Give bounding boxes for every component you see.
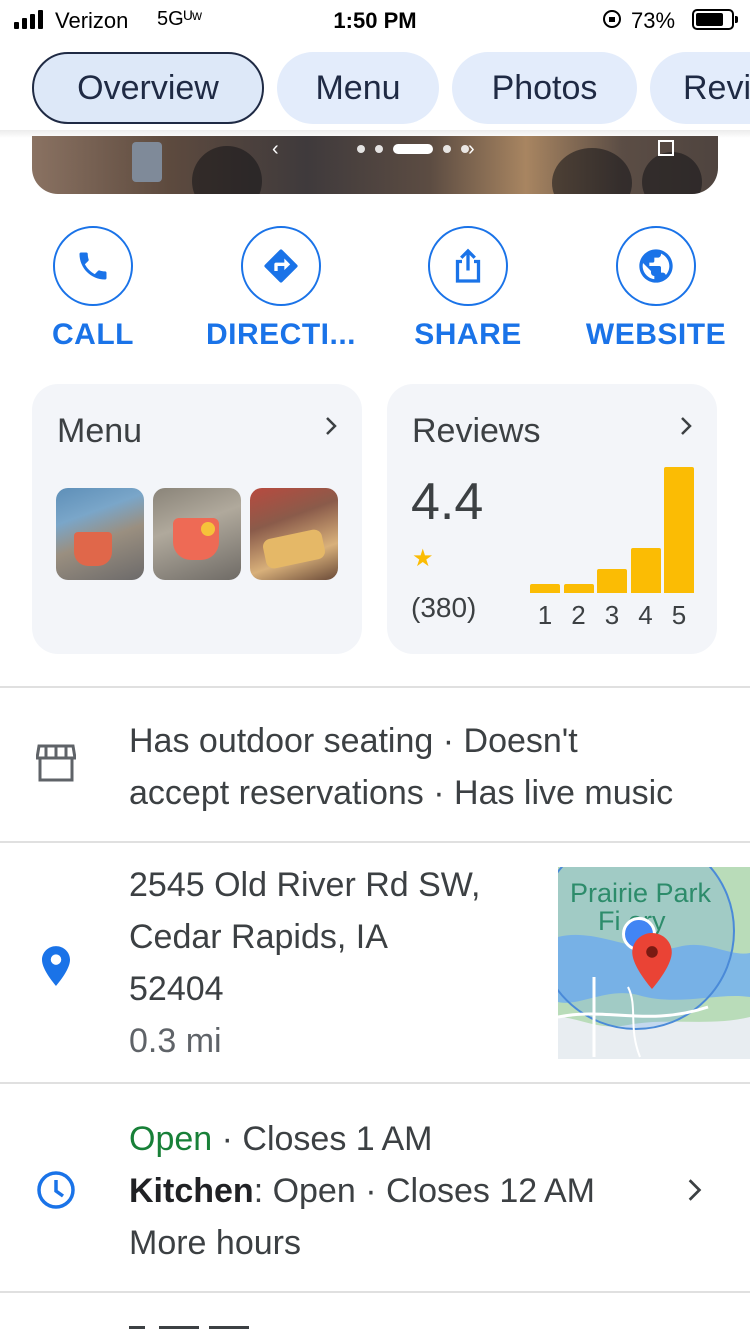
menu-thumbnail-food[interactable] [250, 488, 338, 580]
rating-bar-label: 5 [671, 600, 687, 630]
price-peek [129, 1322, 249, 1334]
tab-photos[interactable]: Photos [452, 52, 637, 124]
distance: 0.3 mi [129, 1022, 222, 1060]
address-line-3: 52404 [129, 970, 224, 1008]
menu-thumbnail-cocktail[interactable] [153, 488, 241, 580]
directions-icon [241, 226, 321, 306]
globe-icon [616, 226, 696, 306]
phone-icon [53, 226, 133, 306]
directions-label: DIRECTI... [205, 318, 356, 351]
directions-button[interactable]: DIRECTI... [191, 226, 371, 352]
divider [0, 686, 750, 688]
reviews-card-title: Reviews [412, 412, 541, 450]
kitchen-label: Kitchen [129, 1172, 254, 1210]
attributes-line-2: accept reservations · Has live music [129, 774, 674, 812]
expand-icon[interactable] [658, 140, 674, 156]
attributes-text: Has outdoor seating · Doesn't accept res… [129, 715, 673, 819]
carousel-dots [357, 144, 469, 154]
more-hours-link[interactable]: More hours [129, 1217, 595, 1269]
tab-reviews[interactable]: Revi [650, 52, 750, 124]
rating-bar-label: 2 [571, 600, 586, 630]
rating-bar-4 [630, 548, 661, 593]
divider [0, 1082, 750, 1084]
address-line-1: 2545 Old River Rd SW, [129, 866, 481, 904]
menu-card-title: Menu [57, 412, 143, 450]
rating-bar-3 [597, 569, 627, 593]
status-bar: Verizon 5Gᵁʷ 1:50 PM 73% [0, 0, 750, 40]
star-icon: ★ [412, 545, 434, 572]
chevron-right-icon[interactable] [686, 1177, 702, 1203]
website-label: WEBSITE [585, 318, 727, 351]
hours-block[interactable]: Open · Closes 1 AM Kitchen: Open · Close… [129, 1113, 595, 1269]
website-button[interactable]: WEBSITE [566, 226, 746, 352]
tab-menu[interactable]: Menu [277, 52, 439, 124]
rating-value: 4.4 [411, 473, 484, 531]
rating-bar-label: 4 [638, 600, 653, 630]
address-block[interactable]: 2545 Old River Rd SW, Cedar Rapids, IA 5… [129, 859, 480, 1067]
carousel-next-icon[interactable]: › [468, 138, 475, 161]
divider [0, 841, 750, 843]
storefront-icon [35, 744, 77, 787]
tab-bar: Overview Menu Photos Revi [0, 50, 750, 128]
clock-icon [36, 1170, 76, 1215]
share-icon [428, 226, 508, 306]
carousel-prev-icon[interactable]: ‹ [272, 138, 279, 161]
battery-icon [692, 9, 738, 30]
share-button[interactable]: SHARE [378, 226, 558, 352]
rating-bar-2 [563, 584, 594, 593]
map-thumbnail[interactable]: Prairie Park Fi ery [558, 867, 750, 1059]
rating-bar-label: 1 [537, 600, 553, 630]
location-pin-icon [42, 946, 70, 991]
battery-percent: 73% [631, 8, 676, 33]
rating-distribution [530, 464, 696, 593]
review-count: (380) [411, 592, 477, 623]
closing-time: · Closes 1 AM [212, 1120, 433, 1158]
address-line-2: Cedar Rapids, IA [129, 918, 388, 956]
divider [0, 1291, 750, 1293]
share-label: SHARE [414, 318, 522, 351]
photo-carousel[interactable]: ‹ › [32, 136, 718, 194]
menu-thumbnail-drink[interactable] [56, 488, 144, 580]
call-button[interactable]: CALL [3, 226, 183, 352]
orientation-lock-icon [603, 10, 621, 28]
kitchen-hours: : Open · Closes 12 AM [253, 1172, 595, 1210]
rating-bar-1 [530, 584, 560, 593]
rating-bar-5 [664, 467, 694, 593]
rating-bar-label: 3 [604, 600, 620, 630]
chevron-right-icon [681, 417, 692, 435]
tab-overview[interactable]: Overview [32, 52, 264, 124]
attributes-line-1: Has outdoor seating · Doesn't [129, 722, 578, 760]
open-status: Open [129, 1120, 213, 1158]
chevron-right-icon [326, 417, 337, 435]
map-pin-icon [632, 933, 672, 989]
call-label: CALL [52, 318, 134, 351]
menu-card[interactable]: Menu [32, 384, 362, 654]
